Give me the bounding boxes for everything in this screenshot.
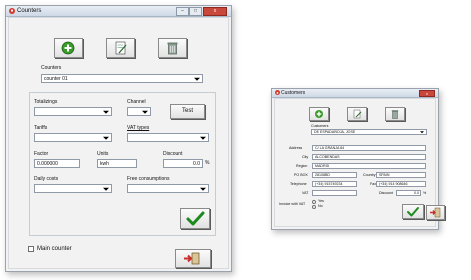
units-label: Units <box>97 151 109 157</box>
exit-icon <box>184 252 200 265</box>
vat-field[interactable] <box>312 190 357 196</box>
vat-types-select[interactable] <box>127 133 209 142</box>
customers-body: Customers DE ESPADAÑOJA, JOSE Address C/… <box>274 98 436 227</box>
counter-settings-group: Totalizings Channel Test Tariffs VAT typ… <box>29 92 216 236</box>
vat-label: VAT <box>302 191 309 195</box>
chevron-down-icon <box>103 110 109 114</box>
country-label: Country <box>363 173 376 177</box>
close-button[interactable]: x <box>419 90 435 97</box>
delete-icon <box>167 42 178 55</box>
customers-titlebar: ● Customers x <box>272 89 438 98</box>
customer-discount-label: Discount <box>379 191 393 195</box>
invoice-vat-yes-label: Yes <box>318 199 324 203</box>
tariffs-select[interactable] <box>34 133 112 142</box>
customers-window-title: Customers <box>281 90 306 96</box>
main-counter-label: Main counter <box>37 246 72 252</box>
customer-exit-button[interactable] <box>426 205 445 220</box>
pobox-label: PO BOX <box>294 173 308 177</box>
exit-button[interactable] <box>175 249 211 268</box>
factor-label: Factor <box>34 151 49 157</box>
counters-window-title: Counters <box>17 8 42 14</box>
pobox-field[interactable]: 28108BD <box>312 172 357 178</box>
edit-counter-button[interactable] <box>106 38 135 58</box>
check-icon <box>186 211 205 226</box>
discount-label: Discount <box>163 151 183 157</box>
invoice-vat-yes-radio[interactable] <box>312 200 316 204</box>
counters-body: Counters counter 01 Totalizings Channel … <box>8 17 229 269</box>
customer-select-value: DE ESPADAÑOJA, JOSE <box>314 130 356 134</box>
counter-select-value: counter 01 <box>44 76 68 82</box>
counters-titlebar: ● Counters – □ x <box>6 6 231 17</box>
app-icon: ● <box>9 8 15 14</box>
close-button[interactable]: x <box>203 7 227 16</box>
minimize-button[interactable]: – <box>176 7 189 16</box>
delete-customer-button[interactable] <box>385 107 405 121</box>
counter-select[interactable]: counter 01 <box>41 74 203 83</box>
daily-costs-select[interactable] <box>34 184 112 193</box>
totalizings-label: Totalizings <box>34 99 58 105</box>
daily-costs-label: Daily costs <box>34 176 59 182</box>
discount-field[interactable]: 0.0 <box>163 159 203 168</box>
chevron-down-icon <box>200 187 206 191</box>
chevron-down-icon <box>420 131 424 134</box>
delete-counter-button[interactable] <box>158 38 187 58</box>
vat-types-label: VAT types <box>127 125 150 131</box>
exit-icon <box>430 207 441 218</box>
country-field[interactable]: SPAIN <box>376 172 426 178</box>
chevron-down-icon <box>103 136 109 140</box>
customers-label: Customers <box>311 124 329 128</box>
region-field[interactable]: MADRID <box>312 163 426 169</box>
confirm-button[interactable] <box>180 208 210 229</box>
customers-window: ● Customers x Customers DE ESPADAÑOJA, J… <box>271 88 439 230</box>
totalizings-select[interactable] <box>34 107 112 116</box>
address-field[interactable]: C/ LA GRANJA 84 <box>312 145 426 151</box>
percent-sign: % <box>205 160 210 166</box>
edit-icon <box>115 41 127 55</box>
city-field[interactable]: ALCOBENDAS <box>312 154 426 160</box>
telephone-field[interactable]: (+34) 915749234 <box>312 181 357 187</box>
chevron-down-icon <box>142 110 148 114</box>
add-customer-button[interactable] <box>309 107 329 121</box>
counters-label: Counters <box>41 65 62 71</box>
customer-percent-sign: % <box>423 191 427 195</box>
free-consumptions-label: Free consumptions <box>127 176 170 182</box>
edit-customer-button[interactable] <box>347 107 367 121</box>
telephone-label: Telephone <box>290 182 307 186</box>
customer-confirm-button[interactable] <box>402 204 424 219</box>
test-button[interactable]: Test <box>170 104 205 119</box>
tariffs-label: Tariffs <box>34 125 48 131</box>
app-icon: ● <box>275 90 280 95</box>
counters-window: ● Counters – □ x Counters counter 01 Tot… <box>5 5 232 272</box>
address-label: Address <box>289 146 303 150</box>
free-consumptions-select[interactable] <box>127 184 209 193</box>
units-field[interactable]: kwh <box>97 159 137 168</box>
delete-icon <box>391 110 399 119</box>
edit-icon <box>353 109 362 119</box>
check-icon <box>407 207 419 217</box>
invoice-vat-no-label: No <box>318 204 323 208</box>
maximize-button[interactable]: □ <box>189 7 202 16</box>
fax-field[interactable]: (+34) 914 908646 <box>376 181 426 187</box>
city-label: City <box>302 155 309 159</box>
channel-select[interactable] <box>127 107 151 116</box>
invoice-vat-no-radio[interactable] <box>312 205 316 209</box>
chevron-down-icon <box>194 77 200 81</box>
customer-discount-field[interactable]: 0.0 <box>396 190 421 196</box>
factor-field[interactable]: 0.000000 <box>34 159 80 168</box>
main-counter-checkbox[interactable] <box>28 246 34 252</box>
region-label: Region <box>296 164 308 168</box>
invoice-vat-label: Invoice with VAT <box>279 202 306 206</box>
add-counter-button[interactable] <box>54 38 83 58</box>
channel-label: Channel <box>127 99 146 105</box>
add-icon <box>315 110 323 118</box>
chevron-down-icon <box>103 187 109 191</box>
customer-select[interactable]: DE ESPADAÑOJA, JOSE <box>311 129 427 135</box>
add-icon <box>61 41 75 55</box>
chevron-down-icon <box>200 136 206 140</box>
